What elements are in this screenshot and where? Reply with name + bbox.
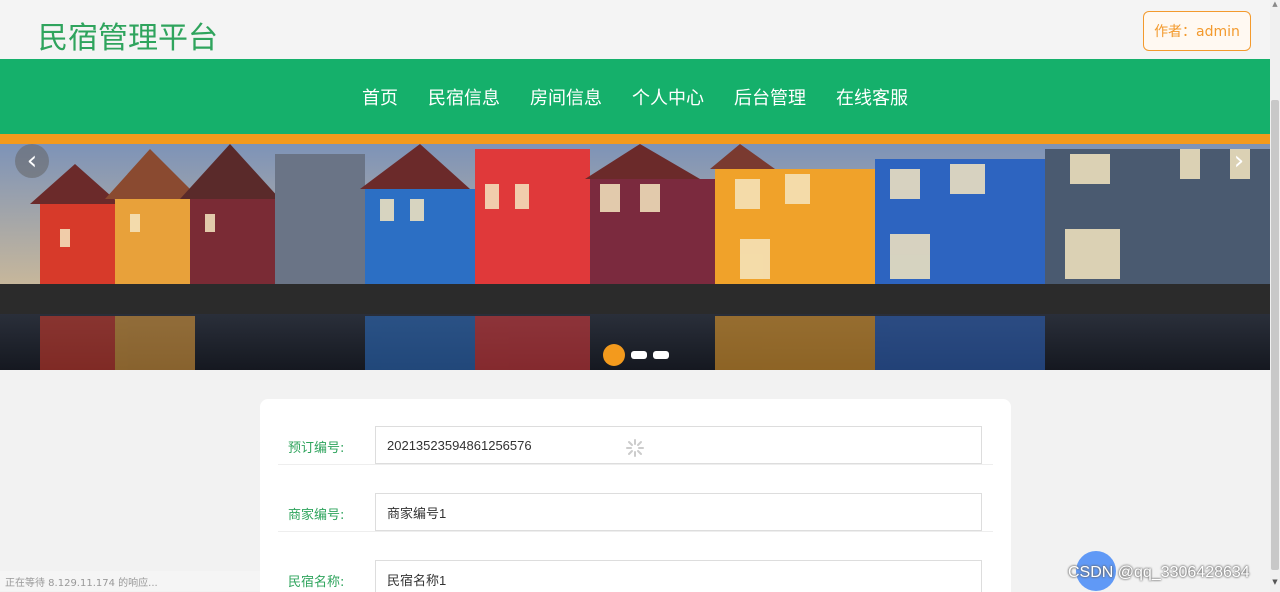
site-title[interactable]: 民宿管理平台 — [38, 13, 218, 57]
carousel-dot[interactable] — [653, 351, 669, 359]
carousel-next-button[interactable]: › — [1222, 144, 1256, 178]
nav-accent-stripe — [0, 134, 1270, 144]
carousel-dot[interactable] — [631, 351, 647, 359]
chevron-right-icon: › — [1233, 146, 1245, 176]
banner-image — [0, 144, 1270, 370]
scrollbar-thumb[interactable] — [1271, 100, 1279, 570]
carousel-indicators — [603, 344, 669, 366]
browser-status-bar: 正在等待 8.129.11.174 的响应... — [0, 571, 260, 591]
chevron-left-icon: ‹ — [26, 146, 38, 176]
homestay-name-field[interactable]: 民宿名称1 — [375, 560, 982, 592]
merchant-number-field[interactable]: 商家编号1 — [375, 493, 982, 531]
form-row-homestay-name: 民宿名称: 民宿名称1 — [278, 533, 993, 592]
nav-item-personal-center[interactable]: 个人中心 — [617, 84, 719, 110]
nav-item-home[interactable]: 首页 — [347, 84, 413, 110]
author-button[interactable]: 作者：admin — [1143, 11, 1251, 51]
carousel-dot-active[interactable] — [603, 344, 625, 366]
homestay-name-label: 民宿名称: — [288, 575, 345, 590]
booking-form: 预订编号: 20213523594861256576 商家编号: 商家编号1 民… — [260, 399, 1011, 592]
booking-number-field[interactable]: 20213523594861256576 — [375, 426, 982, 464]
main-nav: 首页 民宿信息 房间信息 个人中心 后台管理 在线客服 — [0, 59, 1270, 134]
carousel-prev-button[interactable]: ‹ — [15, 144, 49, 178]
scroll-down-icon[interactable]: ▼ — [1270, 578, 1280, 588]
banner-carousel[interactable]: ‹ › — [0, 144, 1270, 370]
loading-spinner-icon — [626, 439, 644, 457]
scroll-up-icon[interactable]: ▲ — [1270, 0, 1280, 10]
merchant-number-label: 商家编号: — [288, 508, 345, 523]
nav-item-homestay-info[interactable]: 民宿信息 — [413, 84, 515, 110]
nav-item-admin[interactable]: 后台管理 — [719, 84, 821, 110]
top-header: 民宿管理平台 作者：admin — [0, 0, 1270, 59]
form-row-merchant-number: 商家编号: 商家编号1 — [278, 466, 993, 532]
booking-number-label: 预订编号: — [288, 441, 345, 456]
nav-item-room-info[interactable]: 房间信息 — [515, 84, 617, 110]
page-scrollbar[interactable]: ▲ ▼ — [1270, 0, 1280, 592]
nav-item-customer-service[interactable]: 在线客服 — [821, 84, 923, 110]
watermark-text: CSDN @qq_3306428634 — [1068, 564, 1250, 581]
